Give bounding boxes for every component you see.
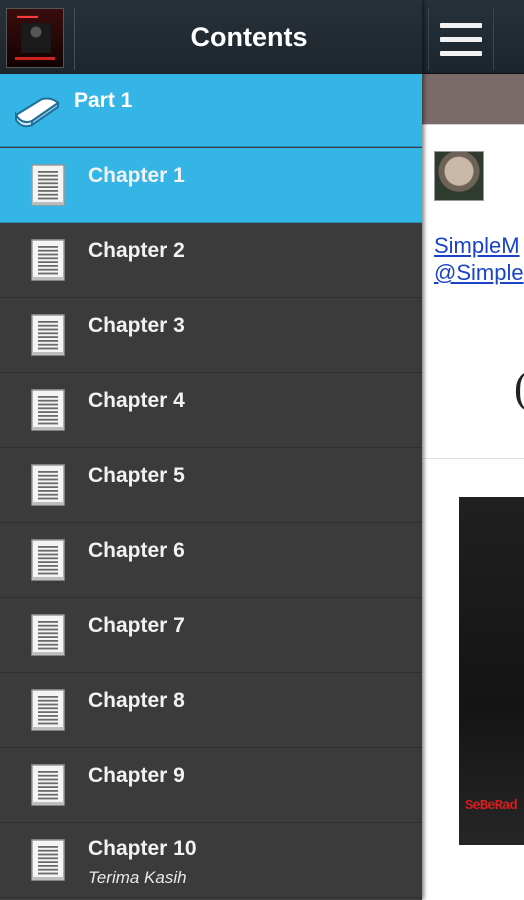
cover-image [459, 497, 524, 845]
divider [422, 124, 524, 125]
document-icon [31, 239, 65, 281]
app-thumbnail: ▬▬▬ [6, 8, 64, 68]
chapter-label: Chapter 4 [88, 389, 185, 412]
chapter-label: Chapter 3 [88, 314, 185, 337]
content-page: SimpleM @Simple ( SeBeRad [422, 0, 524, 900]
part-item[interactable] [0, 74, 422, 147]
document-icon [31, 689, 65, 731]
content-toolbar [422, 0, 524, 74]
document-icon [31, 314, 65, 356]
part-label: Part 1 [74, 89, 133, 112]
drawer-title: Contents [190, 21, 308, 52]
document-icon [31, 614, 65, 656]
author-link-line1[interactable]: SimpleM [434, 232, 524, 259]
drawer-header: ▬▬▬ Contents [0, 0, 422, 74]
document-icon [31, 464, 65, 506]
chapter-label: Chapter 9 [88, 764, 185, 787]
chapter-label: Chapter 5 [88, 464, 185, 487]
divider [74, 8, 75, 70]
navigation-drawer: ▬▬▬ Contents Part 1 Chapter 1 Chapter 2 Ch… [0, 0, 422, 900]
author-link-line2[interactable]: @Simple [434, 259, 524, 286]
author-avatar[interactable] [434, 151, 484, 201]
document-icon [31, 839, 65, 881]
document-icon [31, 764, 65, 806]
heading-fragment: ( [514, 362, 524, 413]
content-subbar [422, 74, 524, 124]
chapter-label: Chapter 10 [88, 837, 197, 860]
document-icon [31, 164, 65, 206]
chapter-label: Chapter 1 [88, 164, 185, 187]
chapter-label: Chapter 7 [88, 614, 185, 637]
divider [422, 458, 524, 459]
hamburger-menu-icon[interactable] [428, 8, 494, 70]
document-icon [31, 389, 65, 431]
chapter-subtitle: Terima Kasih [88, 868, 187, 887]
chapter-label: Chapter 2 [88, 239, 185, 262]
chapter-label: Chapter 8 [88, 689, 185, 712]
document-icon [31, 539, 65, 581]
book-icon [14, 97, 60, 128]
author-link[interactable]: SimpleM @Simple [434, 232, 524, 286]
image-caption: SeBeRad [465, 798, 518, 814]
chapter-label: Chapter 6 [88, 539, 185, 562]
